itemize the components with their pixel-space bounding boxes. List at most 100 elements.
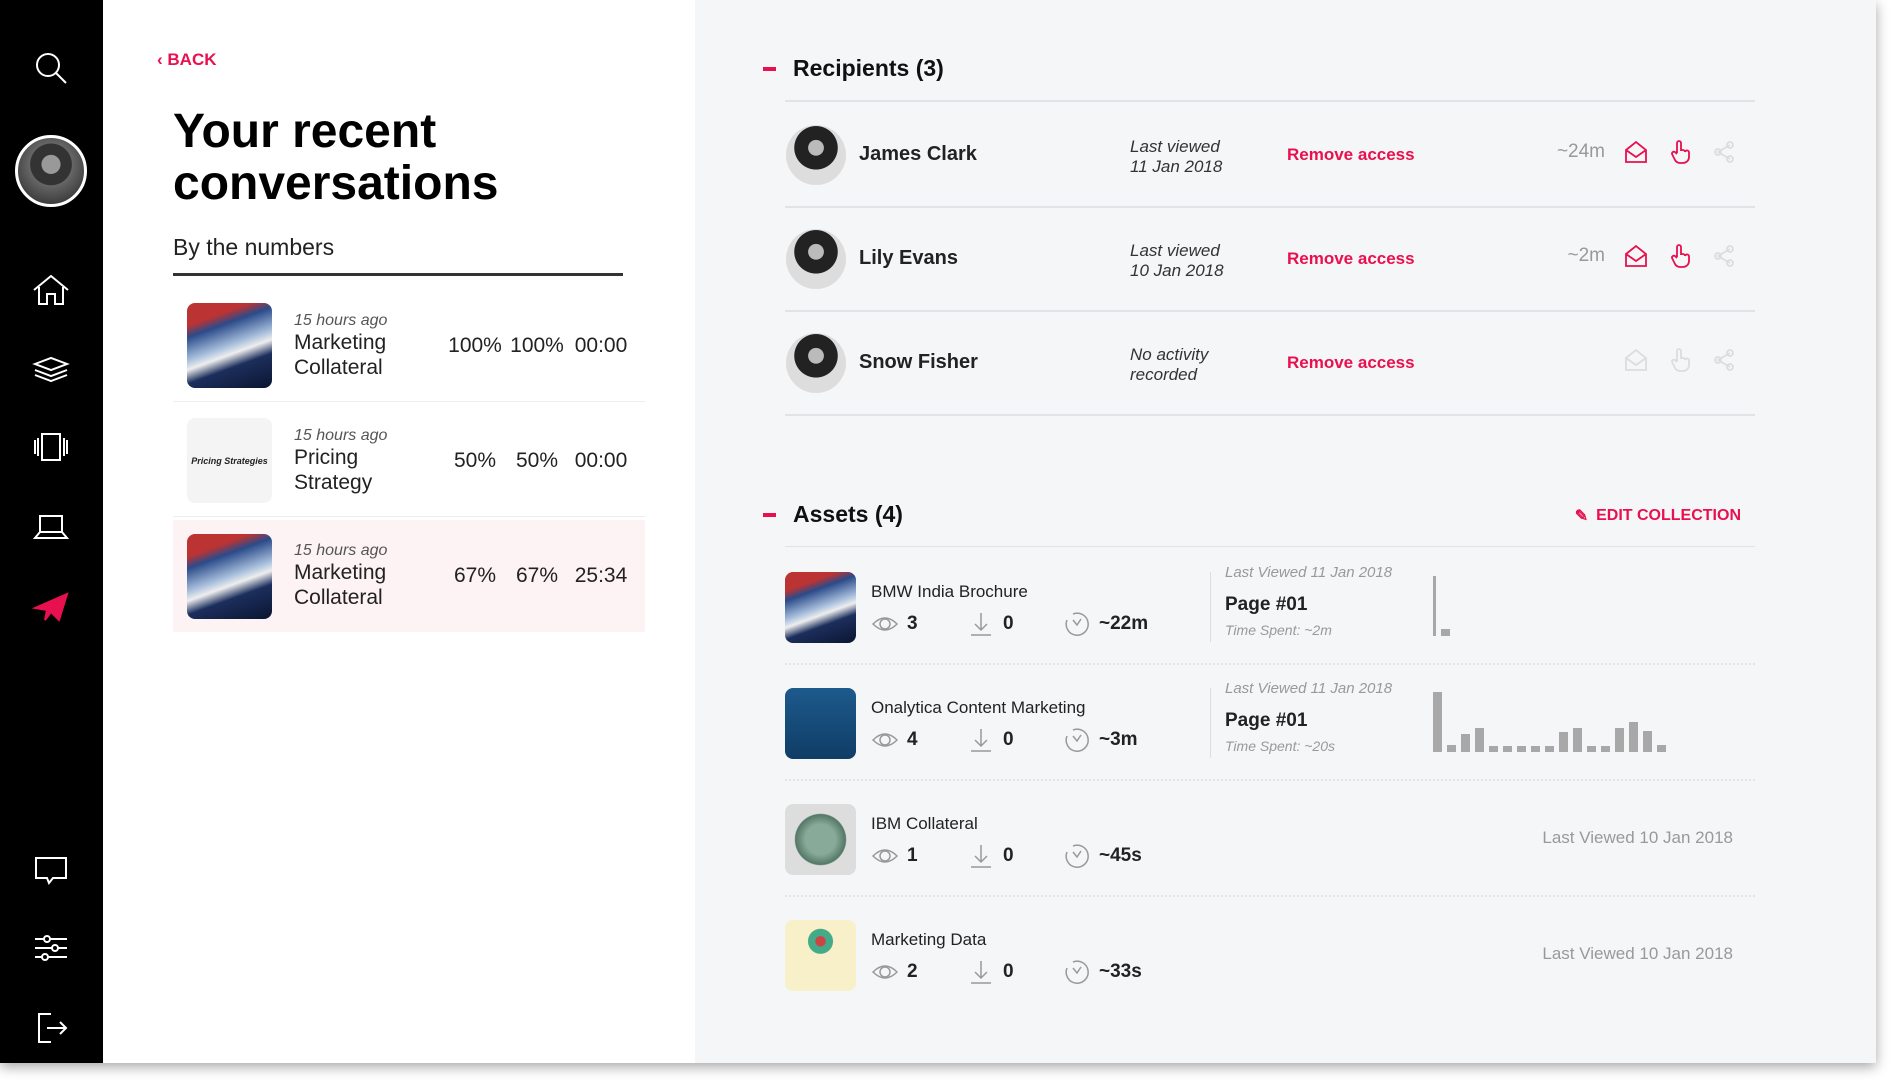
home-icon: [33, 274, 69, 305]
search-button[interactable]: [26, 46, 76, 90]
sidebar-item-carousel[interactable]: [26, 425, 76, 469]
hand-pointer-icon[interactable]: [1667, 139, 1693, 165]
sidebar-item-send[interactable]: [26, 584, 76, 628]
conversation-item[interactable]: Pricing Strategies 15 hours ago Pricing S…: [173, 405, 645, 517]
chevron-left-icon: ‹: [157, 50, 168, 69]
asset-thumbnail: [785, 804, 856, 875]
divider: [785, 546, 1755, 547]
asset-thumbnail: [785, 920, 856, 991]
views-count: 1: [907, 845, 918, 866]
conversation-name: Marketing Collateral: [294, 561, 387, 609]
page-time-bar: [1489, 746, 1498, 752]
stat-1: 100%: [448, 333, 502, 357]
share-icon[interactable]: [1711, 347, 1737, 373]
conversation-item[interactable]: 15 hours ago Marketing Collateral 67% 67%…: [173, 520, 645, 632]
downloads-count: 0: [1003, 613, 1014, 634]
time-spent: ~45s: [1099, 845, 1142, 866]
page-time-bar: [1433, 576, 1436, 636]
remove-access-link[interactable]: Remove access: [1287, 353, 1415, 373]
recipient-name: James Clark: [859, 143, 977, 165]
conversation-time: 15 hours ago: [294, 426, 388, 444]
logout-button[interactable]: [26, 1006, 76, 1050]
share-icon[interactable]: [1711, 139, 1737, 165]
recipient-last-viewed: No activity recorded: [1130, 345, 1209, 384]
sidebar-item-devices[interactable]: [26, 504, 76, 548]
page-time-bar: [1433, 692, 1442, 752]
time-spent: ~33s: [1099, 961, 1142, 982]
collapse-icon: [763, 66, 776, 71]
download-icon: [971, 729, 991, 752]
divider: [785, 100, 1755, 102]
eye-icon: [871, 733, 899, 747]
page-time-bar: [1573, 728, 1582, 752]
sidebar-item-layers[interactable]: [26, 346, 76, 390]
laptop-icon: [32, 515, 70, 539]
asset-row[interactable]: BMW India Brochure 3 0 ~22m Last Viewed …: [785, 548, 1755, 665]
eye-icon: [871, 965, 899, 979]
downloads-count: 0: [1003, 729, 1014, 750]
page-time-chart: [1433, 576, 1450, 636]
page-time-bar: [1517, 746, 1526, 752]
asset-name: Marketing Data: [871, 930, 987, 949]
time-spent: ~22m: [1099, 613, 1149, 634]
clock-icon: [1065, 960, 1089, 984]
layers-icon: [32, 356, 70, 383]
sidebar-item-home[interactable]: [26, 268, 76, 312]
time-spent: ~3m: [1099, 729, 1138, 750]
conversation-time: 15 hours ago: [294, 542, 388, 559]
envelope-icon[interactable]: [1623, 243, 1649, 269]
asset-row[interactable]: Marketing Data 2 0 ~33s Last Viewed 10 J…: [785, 896, 1755, 1010]
recipient-time: ~2m: [1567, 245, 1606, 266]
page-time-bar: [1461, 734, 1470, 752]
remove-access-link[interactable]: Remove access: [1287, 145, 1415, 165]
profile-avatar[interactable]: [15, 135, 87, 207]
conversations-panel: ‹ BACK Your recent conversations By the n…: [103, 0, 695, 1063]
stat-3: 00:00: [574, 448, 628, 472]
asset-last-viewed: Last Viewed 10 Jan 2018: [1542, 944, 1733, 963]
envelope-icon[interactable]: [1623, 347, 1649, 373]
asset-thumbnail: [785, 688, 856, 759]
clock-icon: [1065, 728, 1089, 752]
divider: [785, 414, 1755, 416]
back-link[interactable]: ‹ BACK: [157, 50, 217, 70]
recipient-last-viewed: Last viewed 10 Jan 2018: [1130, 241, 1224, 280]
hand-pointer-icon[interactable]: [1667, 243, 1693, 269]
sidebar: [0, 0, 103, 1063]
assets-header[interactable]: Assets (4): [763, 501, 903, 528]
page-time-chart: [1433, 692, 1666, 752]
edit-collection-button[interactable]: ✎ EDIT COLLECTION: [1575, 506, 1741, 526]
recipient-name: Snow Fisher: [859, 351, 978, 373]
conversation-thumbnail: [187, 303, 272, 388]
remove-access-link[interactable]: Remove access: [1287, 249, 1415, 269]
app-window: ‹ BACK Your recent conversations By the n…: [0, 0, 1876, 1063]
share-icon[interactable]: [1711, 243, 1737, 269]
download-icon: [971, 845, 991, 868]
hand-pointer-icon[interactable]: [1667, 347, 1693, 373]
asset-name: BMW India Brochure: [871, 582, 1028, 601]
chat-icon: [35, 857, 67, 885]
page-time-bar: [1447, 744, 1456, 752]
sidebar-item-settings[interactable]: [26, 926, 76, 970]
recipient-row: James Clark Last viewed 11 Jan 2018 Remov…: [785, 103, 1755, 208]
recipient-row: Lily Evans Last viewed 10 Jan 2018 Remove…: [785, 207, 1755, 312]
recipient-row: Snow Fisher No activity recorded Remove a…: [785, 311, 1755, 416]
stat-2: 67%: [515, 564, 559, 587]
logout-icon: [38, 1013, 68, 1043]
conversation-thumbnail: Pricing Strategies: [187, 418, 272, 503]
page-time-bar: [1643, 731, 1652, 752]
recipient-last-viewed: Last viewed 11 Jan 2018: [1130, 137, 1223, 176]
section-subtitle: By the numbers: [173, 234, 623, 276]
recipient-avatar: [786, 333, 846, 393]
asset-row[interactable]: IBM Collateral 1 0 ~45s Last Viewed 10 J…: [785, 780, 1755, 897]
send-icon: [31, 592, 69, 622]
stat-1: 50%: [453, 448, 497, 472]
page-time-bar: [1441, 628, 1450, 636]
downloads-count: 0: [1003, 845, 1014, 866]
page-time-bar: [1657, 744, 1666, 752]
recipients-header[interactable]: Recipients (3): [763, 55, 944, 82]
envelope-icon[interactable]: [1623, 139, 1649, 165]
conversation-item[interactable]: 15 hours ago Marketing Collateral 100% 10…: [173, 290, 645, 402]
sidebar-item-chat[interactable]: [26, 848, 76, 892]
sliders-icon: [35, 935, 67, 961]
asset-row[interactable]: Onalytica Content Marketing 4 0 ~3m Last…: [785, 664, 1755, 781]
